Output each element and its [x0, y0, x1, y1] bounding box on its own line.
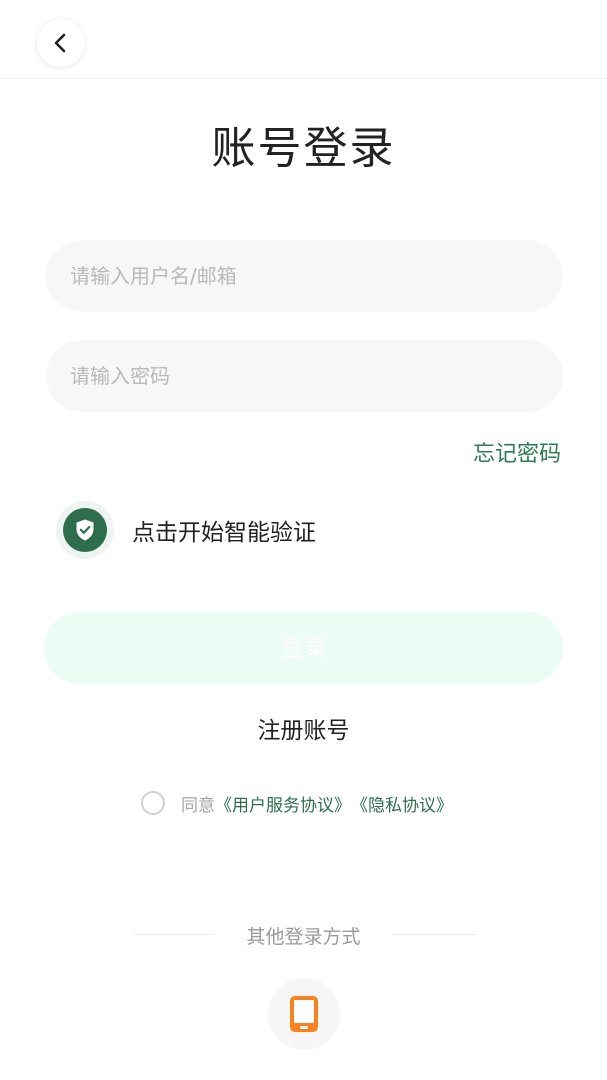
chevron-left-icon	[54, 33, 66, 53]
back-button[interactable]	[37, 19, 85, 67]
username-input[interactable]	[46, 240, 563, 312]
phone-icon	[290, 996, 318, 1032]
password-input[interactable]	[46, 340, 563, 412]
other-login-label: 其他登录方式	[246, 926, 361, 948]
smart-verify-button[interactable]: 点击开始智能验证	[56, 501, 316, 559]
top-bar	[0, 0, 607, 79]
agreement-checkbox[interactable]	[141, 791, 165, 815]
agreement-prefix: 同意	[181, 795, 215, 816]
login-button[interactable]: 登录	[44, 612, 563, 684]
page-title: 账号登录	[211, 123, 396, 174]
privacy-policy-link[interactable]: 《隐私协议》	[351, 791, 453, 816]
user-agreement-link[interactable]: 《用户服务协议》	[215, 791, 351, 816]
forgot-password-link[interactable]: 忘记密码	[473, 436, 561, 468]
verify-label: 点击开始智能验证	[132, 520, 316, 546]
phone-login-button[interactable]	[268, 978, 340, 1050]
agreement-row: 同意 《用户服务协议》 《隐私协议》	[141, 789, 453, 817]
shield-check-icon	[63, 508, 107, 552]
verify-badge	[56, 501, 114, 559]
register-link[interactable]: 注册账号	[0, 711, 607, 745]
